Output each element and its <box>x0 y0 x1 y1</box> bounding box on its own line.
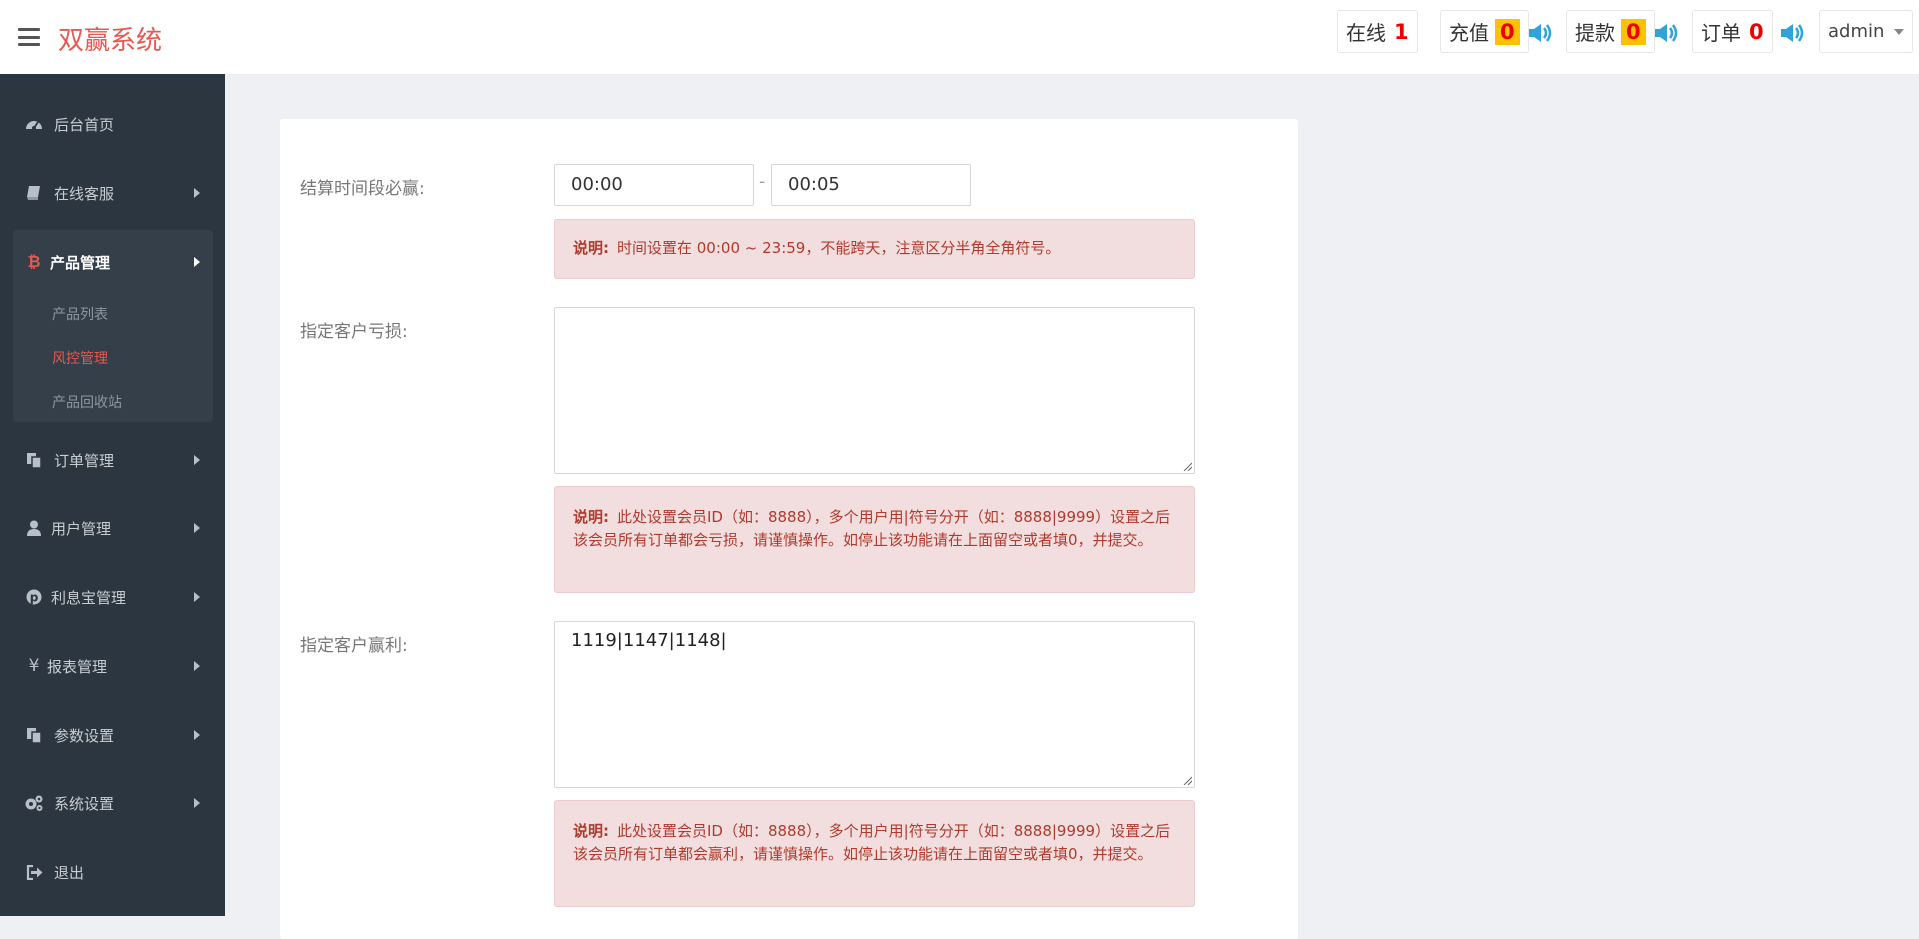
sidebar-item-label: 利息宝管理 <box>51 588 127 607</box>
chevron-right-icon <box>194 730 200 740</box>
sidebar-item-dashboard[interactable]: 后台首页 <box>0 104 225 144</box>
resize-grip-icon[interactable] <box>1183 776 1192 785</box>
submenu-item-product-list[interactable]: 产品列表 <box>52 304 108 324</box>
sidebar-item-label: 订单管理 <box>54 451 115 470</box>
sidebar-item-label: 系统设置 <box>54 794 115 813</box>
sidebar-item-reports[interactable]: ¥ 报表管理 <box>0 646 225 686</box>
resize-grip-icon[interactable] <box>1183 462 1192 471</box>
win-customer-value: 1119|1147|1148| <box>571 630 727 651</box>
chevron-right-icon <box>194 188 200 198</box>
recharge-count: 0 <box>1495 18 1520 45</box>
withdraw-count: 0 <box>1621 18 1646 45</box>
win-customer-label: 指定客户赢利: <box>300 636 408 656</box>
chevron-right-icon <box>194 523 200 533</box>
online-label: 在线 <box>1346 21 1386 45</box>
dashboard-icon <box>24 115 44 133</box>
brand-title[interactable]: 双赢系统 <box>58 20 162 57</box>
win-customer-textarea[interactable]: 1119|1147|1148| <box>554 621 1195 788</box>
time-start-input[interactable]: 00:00 <box>554 164 754 206</box>
svg-text:p: p <box>30 591 39 605</box>
sidebar-item-parameters[interactable]: 参数设置 <box>0 715 225 755</box>
online-counter[interactable]: 在线 1 <box>1337 10 1418 53</box>
cogs-icon <box>24 794 44 812</box>
sidebar-item-users[interactable]: 用户管理 <box>0 508 225 548</box>
note-title: 说明: <box>573 508 609 526</box>
win-note: 说明: 此处设置会员ID（如：8888），多个用户用|符号分开（如：8888|99… <box>554 800 1195 907</box>
chevron-right-icon <box>194 661 200 671</box>
chevron-right-icon <box>194 592 200 602</box>
menu-toggle-icon[interactable] <box>18 28 40 46</box>
order-count: 0 <box>1749 19 1764 44</box>
loss-note: 说明: 此处设置会员ID（如：8888），多个用户用|符号分开（如：8888|99… <box>554 486 1195 593</box>
order-counter[interactable]: 订单 0 <box>1692 10 1773 53</box>
sound-icon[interactable] <box>1654 22 1680 44</box>
note-text: 此处设置会员ID（如：8888），多个用户用|符号分开（如：8888|9999）… <box>573 508 1171 549</box>
online-count: 1 <box>1394 19 1409 44</box>
sidebar-item-logout[interactable]: 退出 <box>0 852 225 892</box>
note-title: 说明: <box>573 239 609 257</box>
sidebar-item-label: 后台首页 <box>54 115 115 134</box>
sidebar-item-online-service[interactable]: 在线客服 <box>0 173 225 213</box>
submenu-item-risk-control[interactable]: 风控管理 <box>52 348 108 368</box>
bitcoin-icon: ₿ <box>27 252 41 271</box>
settle-time-label: 结算时间段必赢: <box>300 179 425 199</box>
user-icon <box>24 519 44 537</box>
loss-customer-label: 指定客户亏损: <box>300 322 408 342</box>
time-note: 说明: 时间设置在 00:00 ~ 23:59，不能跨天，注意区分半角全角符号。 <box>554 219 1195 279</box>
sign-out-icon <box>24 863 44 881</box>
withdraw-counter[interactable]: 提款 0 <box>1566 10 1655 53</box>
withdraw-label: 提款 <box>1575 21 1615 45</box>
sidebar-item-label: 产品管理 <box>50 253 111 272</box>
recharge-counter[interactable]: 充值 0 <box>1440 10 1529 53</box>
book-icon <box>24 184 44 202</box>
recharge-label: 充值 <box>1449 21 1489 45</box>
yen-icon: ¥ <box>28 656 40 676</box>
chevron-right-icon <box>194 257 200 267</box>
sidebar-item-orders[interactable]: 订单管理 <box>0 440 225 480</box>
sound-icon[interactable] <box>1528 22 1554 44</box>
sidebar-item-label: 退出 <box>54 863 85 882</box>
sidebar-item-label: 在线客服 <box>54 184 115 203</box>
top-header: 双赢系统 在线 1 充值 0 提款 0 订单 0 admin <box>0 0 1919 74</box>
chevron-right-icon <box>194 798 200 808</box>
sidebar-item-label: 参数设置 <box>54 726 115 745</box>
time-separator: - <box>759 172 766 192</box>
note-text: 此处设置会员ID（如：8888），多个用户用|符号分开（如：8888|9999）… <box>573 822 1171 863</box>
copy-icon <box>24 451 44 469</box>
sidebar-item-label: 用户管理 <box>51 519 112 538</box>
note-title: 说明: <box>573 822 609 840</box>
order-label: 订单 <box>1701 21 1741 45</box>
chevron-right-icon <box>194 455 200 465</box>
time-end-input[interactable]: 00:05 <box>771 164 971 206</box>
user-menu[interactable]: admin <box>1819 10 1914 53</box>
sidebar-item-interest[interactable]: p 利息宝管理 <box>0 577 225 617</box>
chevron-down-icon <box>1894 28 1905 35</box>
note-text: 时间设置在 00:00 ~ 23:59，不能跨天，注意区分半角全角符号。 <box>617 239 1061 257</box>
loss-customer-textarea[interactable] <box>554 307 1195 474</box>
submenu-item-recycle-bin[interactable]: 产品回收站 <box>52 392 122 412</box>
copy-icon <box>24 726 44 744</box>
sidebar: 后台首页 在线客服 ₿ 产品管理 产品列表 风控管理 产品回收站 订单管理 用户… <box>0 74 225 916</box>
sidebar-item-products[interactable]: ₿ 产品管理 <box>0 242 225 282</box>
pinterest-icon: p <box>24 588 44 606</box>
username: admin <box>1828 21 1885 42</box>
sidebar-item-label: 报表管理 <box>47 657 108 676</box>
sidebar-item-system-settings[interactable]: 系统设置 <box>0 783 225 823</box>
sound-icon[interactable] <box>1780 22 1806 44</box>
